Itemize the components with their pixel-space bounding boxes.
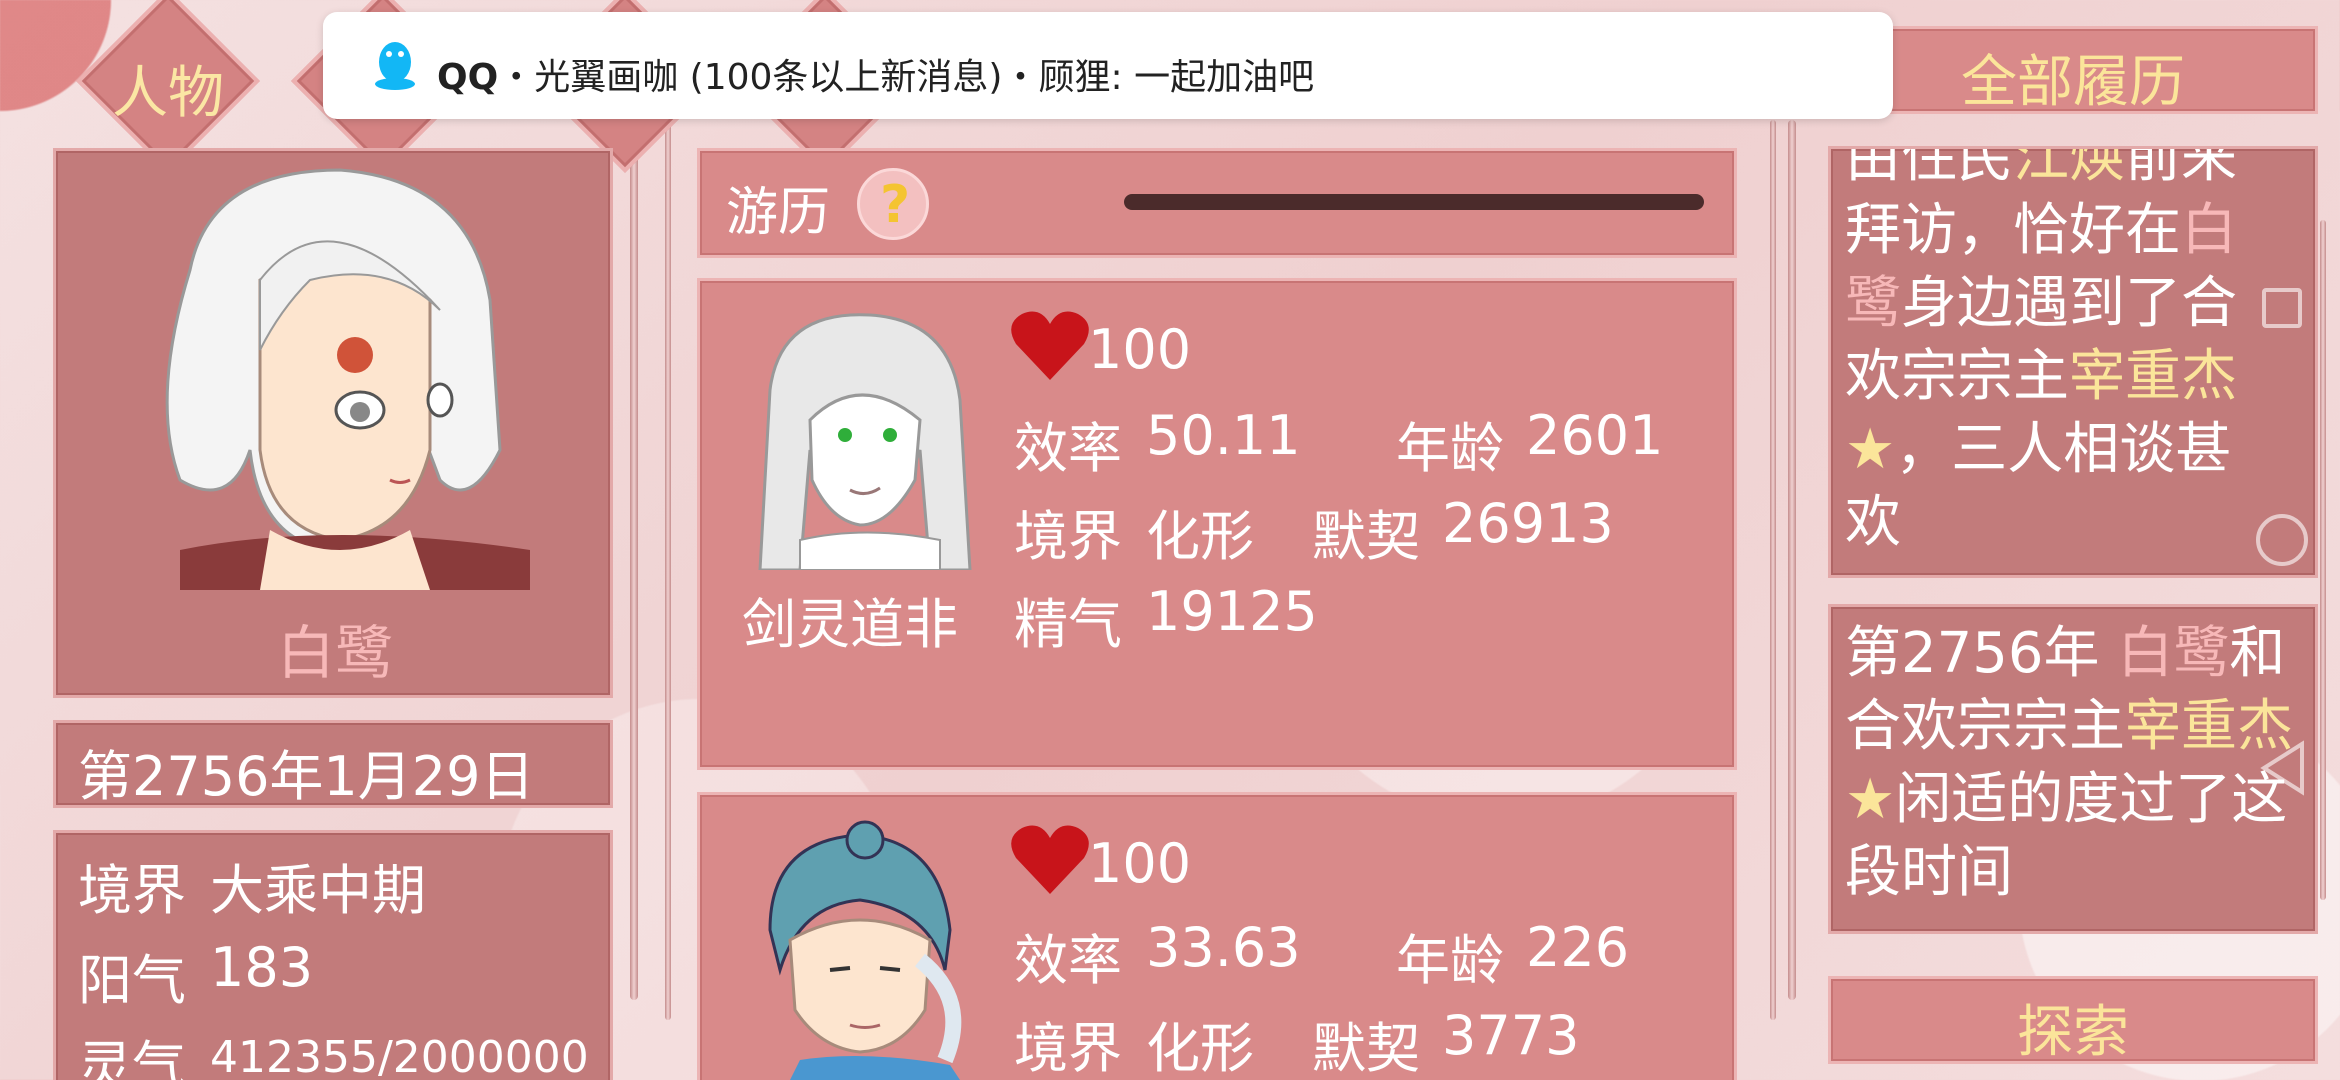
history-entry-2: 第2756年 白鹭和合欢宗宗主宰重杰★闲适的度过了这段时间 [1828,604,2318,934]
travel-progress-bar [1124,194,1704,210]
companion-2-age-label: 年龄 [1396,929,1504,992]
companion-2-eff: 33.63 [1146,916,1301,979]
center-left-rail [665,120,671,1020]
companion-1-essence-label: 精气 [1014,593,1122,656]
realm-value: 大乘中期 [210,859,426,922]
companion-2-love: 100 [1088,832,1192,895]
travel-progress-fill [1124,194,1704,210]
explore-button[interactable]: 探索 [1828,976,2318,1065]
spirit-value: 412355/2000000 [210,1032,589,1080]
yang-label: 阳气 [78,949,186,1012]
companion-2-realm: 化形 [1146,1017,1254,1080]
center-right-rail [1770,120,1776,1020]
companion-portrait-1 [758,313,972,570]
companion-1-realm-label: 境界 [1014,505,1122,568]
companion-2-realm-label: 境界 [1014,1017,1122,1080]
companion-1-eff: 50.11 [1146,404,1301,467]
companion-1-eff-label: 效率 [1014,417,1122,480]
history-entry-1-text: 由住民江焕前来拜访，恰好在白鹭身边遇到了合欢宗宗主宰重杰★，三人相谈甚欢 [1845,146,2237,555]
recent-apps-button[interactable] [2262,288,2302,328]
realm-label: 境界 [78,859,186,922]
companion-1-love: 100 [1088,318,1192,381]
left-scroll-rail[interactable] [630,120,638,1000]
companion-portrait-2 [768,820,962,1080]
qq-notification[interactable]: QQ・光翼画咖 (100条以上新消息)・顾狸: 一起加油吧 [323,12,1893,119]
notification-text: QQ・光翼画咖 (100条以上新消息)・顾狸: 一起加油吧 [437,57,1315,98]
qq-penguin-icon [373,38,417,96]
companion-1-realm: 化形 [1146,505,1254,568]
all-history-button[interactable]: 全部履历 [1828,26,2318,115]
right-scroll-rail[interactable] [1788,120,1796,1000]
companion-2-eff-label: 效率 [1014,929,1122,992]
spirit-label: 灵气 [78,1035,186,1080]
character-tab-label: 人物 [112,61,224,126]
help-button[interactable]: ? [857,168,929,240]
explore-label: 探索 [2017,1000,2129,1065]
yang-value: 183 [210,936,314,999]
companion-1-name: 剑灵道非 [742,593,958,656]
companion-1-age-label: 年龄 [1396,417,1504,480]
companion-2-age: 226 [1526,916,1630,979]
companion-1-bond-label: 默契 [1312,505,1420,568]
companion-1-essence: 19125 [1146,580,1318,643]
heart-icon [1010,308,1090,388]
right-edge-scrollbar[interactable] [2320,220,2326,900]
back-button[interactable] [2258,740,2306,800]
companion-2-bond: 3773 [1442,1004,1580,1067]
character-name: 白鹭 [277,619,394,687]
home-button[interactable] [2256,514,2308,566]
all-history-label: 全部履历 [1961,50,2185,115]
companion-1-bond: 26913 [1442,492,1614,555]
travel-title: 游历 [726,183,831,243]
help-icon: ? [880,175,911,235]
history-entry-2-text: 第2756年 白鹭和合欢宗宗主宰重杰★闲适的度过了这段时间 [1845,621,2293,905]
companion-2-bond-label: 默契 [1312,1017,1420,1080]
heart-icon [1010,822,1090,902]
history-entry-1: 由住民江焕前来拜访，恰好在白鹭身边遇到了合欢宗宗主宰重杰★，三人相谈甚欢 [1828,146,2318,578]
current-date: 第2756年1月29日 [78,745,535,808]
companion-1-age: 2601 [1526,404,1664,467]
character-portrait[interactable] [110,150,550,590]
